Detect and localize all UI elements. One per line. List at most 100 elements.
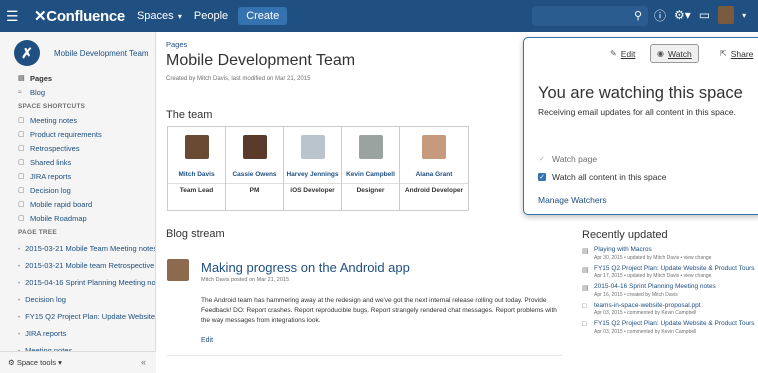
bullet-icon: • <box>18 264 21 270</box>
space-shortcuts-heading: SPACE SHORTCUTS <box>18 103 86 110</box>
team-member-cell: Mitch Davis Team Lead <box>168 127 226 210</box>
page-icon: ▢ <box>18 201 25 208</box>
recent-item-title[interactable]: Playing with Macros <box>594 246 757 255</box>
page-icon: ▢ <box>18 215 25 222</box>
top-navigation-bar: ☰ ✕Confluence Spaces ▾ People Create ⚲ ⓘ… <box>0 0 758 32</box>
page-icon: ▤ <box>582 266 589 274</box>
pencil-icon: ✎ <box>610 49 617 58</box>
space-name[interactable]: Mobile Development Team <box>54 49 149 58</box>
member-name[interactable]: Cassie Owens <box>226 171 283 178</box>
member-role: iOS Developer <box>290 187 335 194</box>
people-link[interactable]: People <box>194 10 228 22</box>
member-photo[interactable] <box>242 135 267 159</box>
team-heading: The team <box>166 109 213 121</box>
post-author-avatar[interactable] <box>167 259 189 281</box>
sidebar-shortcut-item[interactable]: ▢ Shared links <box>0 156 155 170</box>
page-icon: ▢ <box>18 145 25 152</box>
recent-item-title[interactable]: FY15 Q2 Project Plan: Update Website & P… <box>594 265 757 274</box>
page-tree-item[interactable]: • Decision log <box>0 291 155 308</box>
spaces-menu[interactable]: Spaces ▾ <box>137 10 182 22</box>
comment-icon: □ <box>582 321 587 328</box>
member-name[interactable]: Kevin Campbell <box>342 171 399 178</box>
manage-watchers-link[interactable]: Manage Watchers <box>538 195 607 205</box>
space-logo-icon[interactable]: ✗ <box>14 40 40 66</box>
recent-item-title[interactable]: 2015-04-16 Sprint Planning Meeting notes <box>594 283 757 292</box>
page-tree-item[interactable]: • 2015-04-16 Sprint Planning Meeting note… <box>0 274 155 291</box>
team-member-cell: Harvey Jennings iOS Developer <box>284 127 342 210</box>
share-icon: ⇱ <box>720 49 727 58</box>
blog-stream-heading: Blog stream <box>166 228 225 240</box>
recent-item-meta: Apr 16, 2015 • created by Mitch Davis <box>594 291 678 298</box>
recent-item: ▤ Playing with Macros Apr 30, 2015 • updat… <box>582 246 757 262</box>
space-tools-button[interactable]: ⚙ Space tools ▾ <box>8 358 62 367</box>
sidebar-shortcut-item[interactable]: ▢ Retrospectives <box>0 142 155 156</box>
sidebar-shortcut-item[interactable]: ▢ Product requirements <box>0 128 155 142</box>
member-name[interactable]: Mitch Davis <box>168 171 225 178</box>
member-photo[interactable] <box>300 135 325 159</box>
sidebar-shortcut-item[interactable]: ▢ Mobile Roadmap <box>0 212 155 226</box>
bullet-icon: • <box>18 247 21 253</box>
sidebar-item-pages[interactable]: ▤ Pages <box>0 72 155 86</box>
chevron-down-icon[interactable]: ▾ <box>742 11 746 20</box>
create-button[interactable]: Create <box>238 7 288 25</box>
member-name[interactable]: Alana Grant <box>400 171 468 178</box>
gear-icon: ⚙ <box>8 358 15 367</box>
sidebar-shortcut-item[interactable]: ▢ JIRA reports <box>0 170 155 184</box>
watch-button[interactable]: ◉ Watch <box>650 44 699 63</box>
breadcrumb[interactable]: Pages <box>166 40 187 49</box>
watch-all-content-checkbox[interactable]: ✓ Watch all content in this space <box>538 172 667 182</box>
blog-icon: ≈ <box>18 89 22 96</box>
space-tools-bar: ⚙ Space tools ▾ « <box>0 351 156 373</box>
member-name[interactable]: Harvey Jennings <box>284 171 341 178</box>
bullet-icon: • <box>18 281 21 287</box>
member-photo[interactable] <box>184 135 209 159</box>
watch-popup-heading: You are watching this space <box>538 84 743 102</box>
divider <box>226 183 283 184</box>
watch-page-checkbox[interactable]: ✓ Watch page <box>538 154 597 164</box>
page-tree-item[interactable]: • FY15 Q2 Project Plan: Update Website <box>0 308 155 325</box>
member-photo[interactable] <box>422 135 446 159</box>
recent-item: ▤ FY15 Q2 Project Plan: Update Website & … <box>582 265 757 281</box>
team-member-cell: Alana Grant Android Developer <box>400 127 468 210</box>
help-icon[interactable]: ⓘ <box>654 7 666 24</box>
sidebar-shortcut-item[interactable]: ▢ Meeting notes <box>0 114 155 128</box>
watch-popup: ✎ Edit ◉ Watch ⇱ Share You are watching thi… <box>523 37 758 215</box>
checkmark-icon: ✓ <box>539 156 545 163</box>
search-icon: ⚲ <box>633 10 642 22</box>
page-tree-item[interactable]: • 2015-03-21 Mobile Team Meeting notes <box>0 240 155 257</box>
page-icon: ▢ <box>18 187 25 194</box>
edit-post-link[interactable]: Edit <box>201 337 213 344</box>
confluence-logo[interactable]: ✕Confluence <box>34 7 125 25</box>
recent-item-title[interactable]: FY15 Q2 Project Plan: Update Website & P… <box>594 320 757 329</box>
blog-post-title[interactable]: Making progress on the Android app <box>201 260 410 275</box>
page-title: Mobile Development Team <box>166 52 356 69</box>
edit-button[interactable]: ✎ Edit <box>610 44 635 63</box>
menu-icon[interactable]: ☰ <box>6 8 28 25</box>
search-input[interactable]: ⚲ <box>532 6 648 26</box>
user-avatar[interactable] <box>718 6 735 24</box>
settings-gear-icon[interactable]: ⚙▾ <box>674 8 691 22</box>
bullet-icon: • <box>18 298 21 304</box>
collapse-sidebar-button[interactable]: « <box>141 357 146 367</box>
recent-item-title[interactable]: teams-in-space-website-proposal.ppt <box>594 302 757 311</box>
chevron-down-icon: ▾ <box>58 358 62 367</box>
space-header[interactable]: ✗ Mobile Development Team <box>0 32 155 68</box>
share-button[interactable]: ⇱ Share <box>720 44 753 63</box>
bullet-icon: • <box>18 332 21 338</box>
recent-item: ▤ 2015-04-16 Sprint Planning Meeting note… <box>582 283 757 299</box>
page-icon: ▤ <box>582 248 589 255</box>
pages-icon: ▤ <box>18 75 25 82</box>
team-member-cell: Cassie Owens PM <box>226 127 284 210</box>
sidebar-shortcut-item[interactable]: ▢ Mobile rapid board <box>0 198 155 212</box>
recent-item-meta: Apr 03, 2015 • commented by Kevin Campbe… <box>594 328 697 335</box>
page-icon: ▢ <box>18 173 25 180</box>
sidebar-item-blog[interactable]: ≈ Blog <box>0 86 155 100</box>
page-tree-item[interactable]: • 2015-03-21 Mobile team Retrospective <box>0 257 155 274</box>
recent-item-meta: Apr 17, 2015 • updated by Mitch Davis • … <box>594 273 712 279</box>
notifications-icon[interactable]: ▭ <box>699 8 710 22</box>
member-photo[interactable] <box>358 135 383 159</box>
page-toolbar: ✎ Edit ◉ Watch ⇱ Share <box>524 38 758 70</box>
page-tree-item[interactable]: • JIRA reports <box>0 325 155 342</box>
member-role: Team Lead <box>179 187 214 194</box>
sidebar-shortcut-item[interactable]: ▢ Decision log <box>0 184 155 198</box>
